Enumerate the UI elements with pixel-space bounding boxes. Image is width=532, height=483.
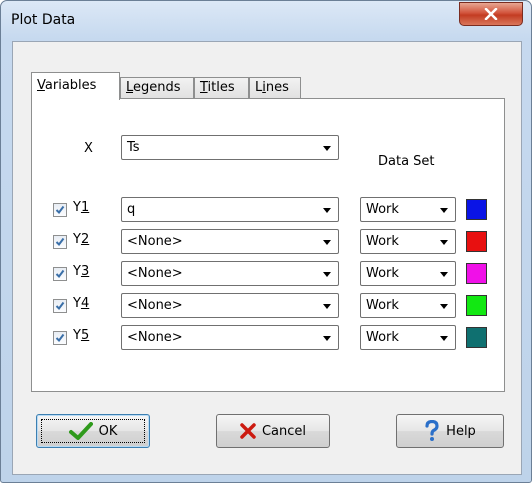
- y1-data-set-select[interactable]: Work: [360, 197, 456, 222]
- y2-color-swatch[interactable]: [466, 231, 487, 252]
- variables-panel: X Ts Data Set Y1 q Work Y2 <None> Work Y…: [31, 98, 505, 392]
- tab-titles[interactable]: Titles: [194, 77, 249, 99]
- y5-data-set-value: Work: [366, 330, 399, 345]
- chevron-down-icon: [323, 146, 331, 151]
- y3-color-swatch[interactable]: [466, 263, 487, 284]
- checkmark-icon: [55, 333, 65, 343]
- plot-data-dialog: Plot Data Variables Legends Titles Lines…: [0, 0, 532, 483]
- y3-data-set-select[interactable]: Work: [360, 261, 456, 286]
- tab-legends[interactable]: Legends: [120, 77, 194, 99]
- y3-label: Y3: [73, 264, 90, 279]
- chevron-down-icon: [323, 272, 331, 277]
- ok-button[interactable]: OK: [36, 414, 150, 448]
- question-mark-icon: [425, 420, 439, 441]
- y4-variable-value: <None>: [127, 298, 183, 313]
- x-variable-select[interactable]: Ts: [121, 135, 339, 160]
- y2-data-set-value: Work: [366, 234, 399, 249]
- y3-variable-select[interactable]: <None>: [121, 261, 339, 286]
- y3-data-set-value: Work: [366, 266, 399, 281]
- chevron-down-icon: [440, 208, 448, 213]
- y4-data-set-select[interactable]: Work: [360, 293, 456, 318]
- y4-data-set-value: Work: [366, 298, 399, 313]
- checkmark-icon: [55, 301, 65, 311]
- y5-variable-select[interactable]: <None>: [121, 325, 339, 350]
- close-button[interactable]: [459, 2, 523, 26]
- cancel-button[interactable]: Cancel: [216, 414, 330, 448]
- x-variable-value: Ts: [127, 140, 140, 155]
- y5-color-swatch[interactable]: [466, 327, 487, 348]
- y5-variable-value: <None>: [127, 330, 183, 345]
- y2-variable-select[interactable]: <None>: [121, 229, 339, 254]
- y4-checkbox[interactable]: [53, 299, 67, 313]
- y3-variable-value: <None>: [127, 266, 183, 281]
- title-bar[interactable]: Plot Data: [1, 1, 531, 41]
- focus-rectangle: [41, 419, 145, 443]
- chevron-down-icon: [440, 272, 448, 277]
- y2-variable-value: <None>: [127, 234, 183, 249]
- y1-data-set-value: Work: [366, 202, 399, 217]
- y2-data-set-select[interactable]: Work: [360, 229, 456, 254]
- chevron-down-icon: [440, 240, 448, 245]
- checkmark-icon: [55, 205, 65, 215]
- chevron-down-icon: [440, 336, 448, 341]
- y1-variable-value: q: [127, 202, 136, 217]
- close-icon: [484, 8, 498, 20]
- chevron-down-icon: [323, 304, 331, 309]
- x-label: X: [84, 141, 93, 156]
- y5-label: Y5: [73, 328, 90, 343]
- y4-label: Y4: [73, 296, 90, 311]
- y1-label: Y1: [73, 200, 90, 215]
- y2-label: Y2: [73, 232, 90, 247]
- chevron-down-icon: [323, 208, 331, 213]
- checkmark-icon: [55, 269, 65, 279]
- window-title: Plot Data: [11, 12, 76, 28]
- chevron-down-icon: [323, 336, 331, 341]
- y1-checkbox[interactable]: [53, 203, 67, 217]
- y1-variable-select[interactable]: q: [121, 197, 339, 222]
- y4-variable-select[interactable]: <None>: [121, 293, 339, 318]
- tab-lines[interactable]: Lines: [249, 77, 301, 99]
- y5-data-set-select[interactable]: Work: [360, 325, 456, 350]
- y4-color-swatch[interactable]: [466, 295, 487, 316]
- tab-variables[interactable]: Variables: [31, 72, 120, 100]
- chevron-down-icon: [440, 304, 448, 309]
- checkmark-icon: [55, 237, 65, 247]
- y5-checkbox[interactable]: [53, 331, 67, 345]
- y3-checkbox[interactable]: [53, 267, 67, 281]
- y2-checkbox[interactable]: [53, 235, 67, 249]
- y1-color-swatch[interactable]: [466, 199, 487, 220]
- cancel-button-label: Cancel: [261, 423, 307, 439]
- data-set-header: Data Set: [378, 154, 435, 169]
- help-button-label: Help: [446, 423, 476, 439]
- help-button[interactable]: Help: [396, 414, 504, 448]
- chevron-down-icon: [323, 240, 331, 245]
- cross-icon: [240, 423, 256, 439]
- dialog-client-area: Variables Legends Titles Lines X Ts Data…: [12, 41, 522, 475]
